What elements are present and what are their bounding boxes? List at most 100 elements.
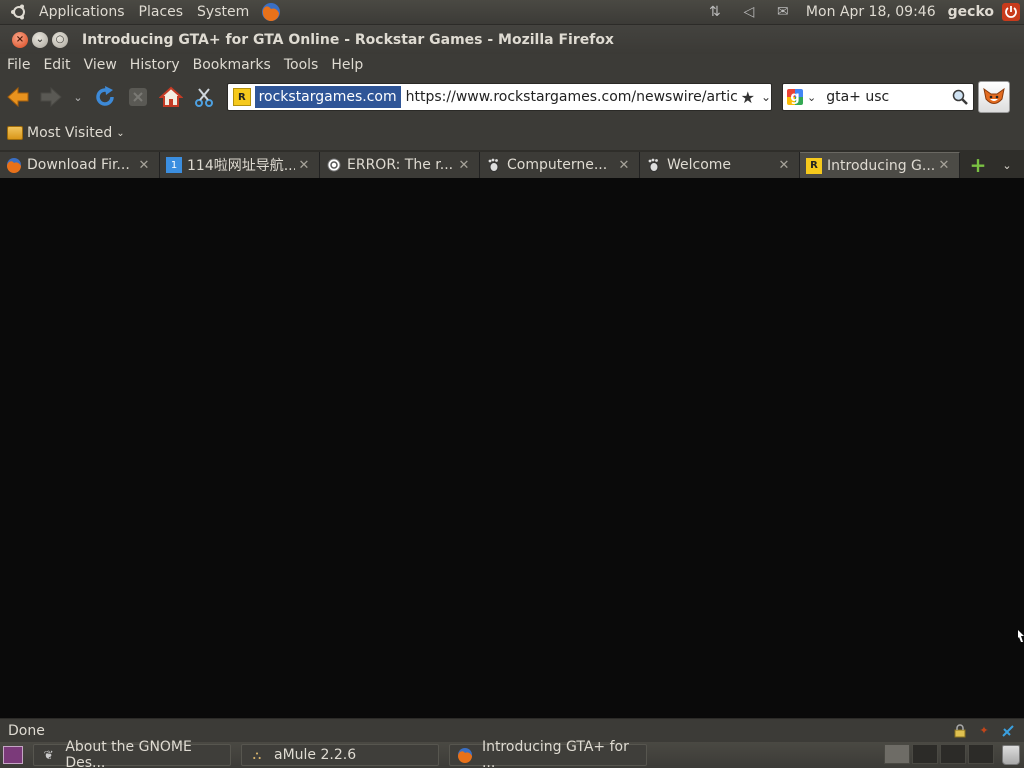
history-dropdown-icon[interactable]: ⌄ (69, 82, 87, 112)
tab-welcome[interactable]: Welcome ✕ (640, 152, 800, 178)
workspace-4[interactable] (968, 744, 994, 764)
close-tab-icon[interactable]: ✕ (135, 158, 153, 173)
search-input[interactable]: gta+ usc (826, 89, 951, 105)
gnome-foot-icon (486, 157, 502, 173)
maximize-window-button[interactable]: ○ (52, 31, 68, 48)
gnome-foot-icon: ❦ (43, 748, 54, 762)
addon-status-icon[interactable]: ✦ (976, 723, 992, 739)
taskbar-label: Introducing GTA+ for ... (481, 739, 629, 768)
taskbar-label: aMule 2.2.6 (274, 747, 357, 763)
menu-bookmarks[interactable]: Bookmarks (186, 57, 277, 73)
taskbar-item-about-gnome[interactable]: ❦ About the GNOME Des... (33, 739, 231, 768)
tab-label: Download Fir... (27, 157, 130, 173)
menu-history[interactable]: History (123, 57, 186, 73)
page-content[interactable] (0, 178, 1024, 718)
menu-edit[interactable]: Edit (36, 57, 76, 73)
folder-icon[interactable] (7, 126, 23, 140)
tab-114la[interactable]: 1 114啦网址导航... ✕ (160, 152, 320, 178)
tab-label: Welcome (667, 157, 732, 173)
error-page-icon (326, 157, 342, 173)
search-bar[interactable]: g ⌄ gta+ usc (782, 83, 974, 111)
status-icons: ✦ (952, 723, 1024, 739)
reload-button[interactable] (90, 82, 120, 112)
taskbar-label: About the GNOME Des... (65, 739, 192, 768)
rockstar-site-icon[interactable]: R (233, 88, 251, 106)
window-title: Introducing GTA+ for GTA Online - Rockst… (82, 31, 614, 48)
back-button[interactable] (3, 82, 33, 112)
status-text: Done (8, 722, 45, 739)
bottom-panel: ❦ About the GNOME Des... ⛬ aMule 2.2.6 I… (0, 739, 1024, 768)
workspace-switcher (884, 744, 996, 766)
user-name[interactable]: gecko (942, 4, 1000, 20)
mouse-cursor-icon (1018, 630, 1024, 644)
new-tab-button[interactable]: + (964, 152, 992, 178)
home-button[interactable] (156, 82, 186, 112)
close-tab-icon[interactable]: ✕ (935, 158, 953, 173)
scissors-icon[interactable] (189, 82, 219, 112)
show-desktop-button[interactable] (3, 746, 23, 764)
menu-bar: File Edit View History Bookmarks Tools H… (0, 54, 1024, 76)
system-menu[interactable]: System (190, 0, 256, 24)
tab-error[interactable]: ERROR: The r... ✕ (320, 152, 480, 178)
url-bar[interactable]: R rockstargames.com https://www.rockstar… (227, 83, 772, 111)
taskbar-item-amule[interactable]: ⛬ aMule 2.2.6 (241, 744, 439, 766)
bookmarks-toolbar: Most Visited ⌄ (0, 118, 1024, 148)
tab-label: Introducing G... (827, 157, 935, 174)
workspace-1[interactable] (884, 744, 910, 764)
workspace-3[interactable] (940, 744, 966, 764)
volume-icon[interactable]: ◁ (738, 2, 760, 22)
forward-button[interactable] (36, 82, 66, 112)
url-history-dropdown-icon[interactable]: ⌄ (761, 90, 771, 104)
workspace-2[interactable] (912, 744, 938, 764)
lock-icon[interactable] (952, 723, 968, 739)
addon-fox-icon[interactable] (978, 81, 1010, 113)
power-icon[interactable] (1000, 1, 1022, 23)
taskbar-item-firefox[interactable]: Introducing GTA+ for ... (449, 739, 647, 768)
firefox-icon (456, 746, 474, 764)
close-tab-icon[interactable]: ✕ (615, 158, 633, 173)
ubuntu-logo-icon[interactable] (8, 1, 30, 23)
url-domain[interactable]: rockstargames.com (254, 86, 401, 108)
gnome-foot-icon (646, 157, 662, 173)
clock[interactable]: Mon Apr 18, 09:46 (800, 4, 942, 20)
tab-list-dropdown-icon[interactable]: ⌄ (994, 152, 1020, 178)
url-text[interactable]: https://www.rockstargames.com/newswire/a… (406, 89, 737, 105)
firefox-icon (6, 157, 22, 173)
most-visited-bookmark[interactable]: Most Visited (27, 125, 112, 141)
applications-menu[interactable]: Applications (32, 0, 132, 24)
close-tab-icon[interactable]: ✕ (455, 158, 473, 173)
menu-help[interactable]: Help (324, 57, 369, 73)
connection-status-icon[interactable] (1000, 723, 1016, 739)
tab-introducing-gta[interactable]: R Introducing G... ✕ (800, 152, 960, 178)
trash-icon[interactable] (1002, 745, 1020, 765)
firefox-launcher-icon[interactable] (260, 1, 282, 23)
tab-strip: Download Fir... ✕ 1 114啦网址导航... ✕ ERROR:… (0, 150, 1024, 178)
menu-file[interactable]: File (0, 57, 36, 73)
menu-view[interactable]: View (77, 57, 123, 73)
close-window-button[interactable]: × (12, 31, 28, 48)
search-engine-dropdown-icon[interactable]: ⌄ (807, 91, 816, 104)
minimize-window-button[interactable]: ⌄ (32, 31, 48, 48)
network-arrows-icon[interactable]: ⇅ (704, 2, 726, 22)
google-engine-icon[interactable]: g (787, 89, 803, 105)
tab-label: 114啦网址导航... (187, 158, 295, 174)
navigation-toolbar: ⌄ R rockstargames.com https://www.rockst… (0, 76, 1024, 118)
site-114-icon: 1 (166, 157, 182, 173)
chevron-down-icon[interactable]: ⌄ (116, 128, 124, 139)
rockstar-icon: R (806, 157, 822, 174)
tab-download-firefox[interactable]: Download Fir... ✕ (0, 152, 160, 178)
window-titlebar[interactable]: × ⌄ ○ Introducing GTA+ for GTA Online - … (0, 24, 1024, 54)
mail-icon[interactable]: ✉ (772, 2, 794, 22)
close-tab-icon[interactable]: ✕ (775, 158, 793, 173)
stop-button[interactable] (123, 82, 153, 112)
search-icon[interactable] (951, 88, 969, 106)
menu-tools[interactable]: Tools (277, 57, 325, 73)
bookmark-star-icon[interactable]: ★ (741, 88, 755, 107)
tab-computerne[interactable]: Computerne... ✕ (480, 152, 640, 178)
tab-label: Computerne... (507, 157, 608, 173)
top-panel: Applications Places System ⇅ ◁ ✉ Mon Apr… (0, 0, 1024, 24)
amule-icon: ⛬ (252, 747, 262, 762)
panel-tray: ⇅ ◁ ✉ Mon Apr 18, 09:46 gecko (698, 0, 1024, 24)
close-tab-icon[interactable]: ✕ (295, 158, 313, 173)
places-menu[interactable]: Places (132, 0, 191, 24)
